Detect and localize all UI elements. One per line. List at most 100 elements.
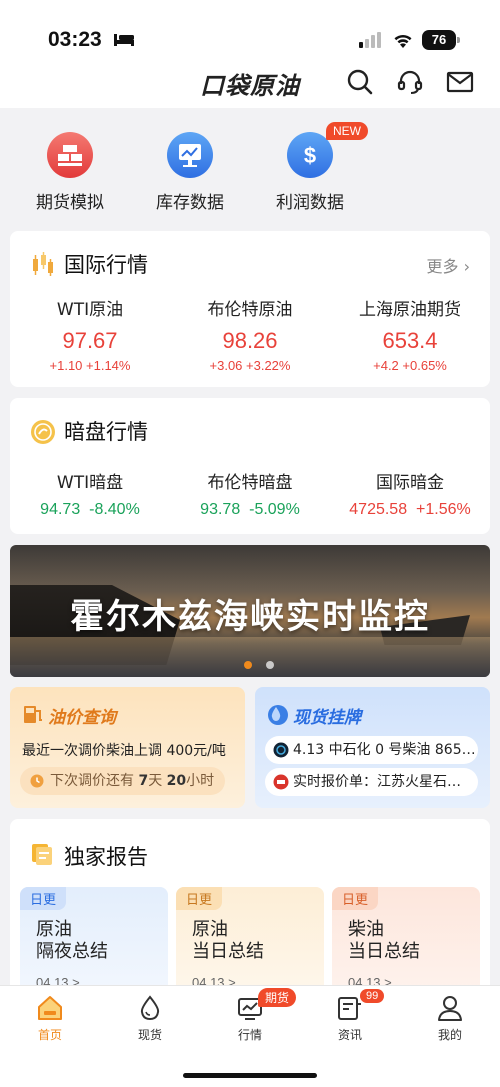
dark-quote-brent[interactable]: 布伦特暗盘 93.78 -5.09% <box>170 468 330 519</box>
status-time: 03:23 <box>48 28 102 51</box>
countdown-hours-unit: 小时 <box>186 773 215 789</box>
tab-label: 首页 <box>37 1028 62 1042</box>
app-logo: 口袋原油 <box>200 72 300 100</box>
spot-item-text: 4.13 中石化 0 号柴油 865… <box>293 742 476 758</box>
quote-price: 4725.58 <box>349 501 408 518</box>
report-title-line2: 当日总结 <box>192 941 264 962</box>
sea-image <box>10 637 490 677</box>
section-title: 国际行情 <box>64 253 148 277</box>
quote-name: WTI暗盘 <box>56 473 124 493</box>
quote-change: -8.40% <box>89 501 140 518</box>
quote-values: 4725.58 +1.56% <box>330 501 490 519</box>
report-title-line1: 柴油 <box>348 919 384 940</box>
user-icon <box>438 996 462 1021</box>
quote-price: 653.4 <box>382 328 438 353</box>
cellular-signal-icon <box>359 32 381 48</box>
spot-item[interactable]: 实时报价单：江苏火星石… <box>265 768 478 796</box>
new-badge: NEW <box>326 122 368 140</box>
home-icon <box>38 996 62 1020</box>
tab-profile[interactable]: 我的 <box>410 994 490 1043</box>
countdown-days-unit: 天 <box>148 773 163 789</box>
countdown-days: 7 <box>138 773 149 789</box>
tab-home[interactable]: 首页 <box>10 994 90 1043</box>
dark-quote-wti[interactable]: WTI暗盘 94.73 -8.40% <box>10 468 170 519</box>
sleep-mode-icon <box>114 34 134 46</box>
quote-values: 94.73 -8.40% <box>10 501 170 519</box>
exclusive-report-card: 独家报告 日更 原油 隔夜总结 04.13 > 日更 原油 当日总结 04.13 >… <box>10 819 490 999</box>
tool-futures-simulation[interactable]: 期货模拟 <box>10 132 130 213</box>
tab-spot[interactable]: 现货 <box>110 994 190 1043</box>
quote-brent[interactable]: 布伦特原油 98.26 +3.06 +3.22% <box>170 295 330 373</box>
quote-change: +1.56% <box>416 501 471 518</box>
carousel-dot[interactable] <box>266 661 274 669</box>
battery-indicator: 76 <box>422 30 460 50</box>
sinopec-icon <box>273 742 289 758</box>
report-title: 原油 当日总结 <box>192 919 264 963</box>
quote-change: +1.10 +1.14% <box>49 358 131 373</box>
report-title: 原油 隔夜总结 <box>36 919 108 963</box>
more-label: 更多 <box>426 257 459 276</box>
quote-sheet-icon <box>273 774 289 790</box>
hormuz-banner[interactable]: 霍尔木兹海峡实时监控 <box>10 545 490 677</box>
quote-price: 93.78 <box>200 501 241 518</box>
spot-listing-card[interactable]: 现货挂牌 4.13 中石化 0 号柴油 865… 实时报价单：江苏火星石… <box>255 687 490 808</box>
candlestick-icon <box>33 252 53 276</box>
report-tag: 日更 <box>20 887 67 910</box>
tool-label: 库存数据 <box>156 193 224 213</box>
quote-values: 93.78 -5.09% <box>170 501 330 519</box>
quote-wti[interactable]: WTI原油 97.67 +1.10 +1.14% <box>10 295 170 373</box>
oil-price-query-card[interactable]: 油价查询 最近一次调价柴油上调 400元/吨 下次调价还有 7天 20小时 <box>10 687 245 808</box>
carousel-dot-active[interactable] <box>244 661 252 669</box>
spot-item[interactable]: 4.13 中石化 0 号柴油 865… <box>265 736 478 764</box>
quote-change: +4.2 +0.65% <box>373 358 447 373</box>
spot-item-text: 实时报价单：江苏火星石… <box>293 774 461 790</box>
futures-badge: 期货 <box>258 988 297 1007</box>
tool-label: 期货模拟 <box>36 193 104 213</box>
report-card-diesel-daily[interactable]: 日更 柴油 当日总结 04.13 > <box>332 887 480 999</box>
app-header: 口袋原油 <box>0 58 500 108</box>
price-adjust-desc: 最近一次调价柴油上调 400元/吨 <box>22 743 226 759</box>
mail-icon[interactable] <box>446 68 474 96</box>
gold-bars-icon <box>47 132 93 178</box>
dark-quote-gold[interactable]: 国际暗金 4725.58 +1.56% <box>330 468 490 519</box>
quote-price: 97.67 <box>62 328 118 353</box>
tool-inventory-data[interactable]: 库存数据 <box>130 132 250 213</box>
section-title: 暗盘行情 <box>64 420 148 444</box>
quote-shanghai[interactable]: 上海原油期货 653.4 +4.2 +0.65% <box>330 295 490 373</box>
report-card-crude-daily[interactable]: 日更 原油 当日总结 04.13 > <box>176 887 324 999</box>
intl-quotes-card: 国际行情 更多 › WTI原油 97.67 +1.10 +1.14% 布伦特原油… <box>10 231 490 387</box>
quote-change: -5.09% <box>249 501 300 518</box>
customer-service-icon[interactable] <box>396 68 424 96</box>
report-tag: 日更 <box>332 887 379 910</box>
wifi-icon <box>394 34 412 48</box>
next-adjust-countdown: 下次调价还有 7天 20小时 <box>20 767 225 795</box>
home-indicator[interactable] <box>183 1073 317 1078</box>
report-title-line1: 原油 <box>36 919 72 940</box>
report-title: 柴油 当日总结 <box>348 919 420 963</box>
section-title: 独家报告 <box>64 845 148 869</box>
oil-drop-icon <box>140 995 160 1021</box>
tab-label: 我的 <box>437 1028 462 1042</box>
more-link[interactable]: 更多 › <box>426 253 470 277</box>
tool-profit-data[interactable]: $ 利润数据 <box>250 132 370 213</box>
svg-text:$: $ <box>304 143 316 168</box>
oil-drop-icon <box>268 705 288 725</box>
news-count-badge: 99 <box>360 989 385 1003</box>
clock-icon <box>30 774 44 788</box>
report-tag: 日更 <box>176 887 223 910</box>
coin-icon <box>31 420 55 444</box>
countdown-hours: 20 <box>166 773 187 789</box>
dark-market-card: 暗盘行情 WTI暗盘 94.73 -8.40% 布伦特暗盘 93.78 -5.0… <box>10 398 490 534</box>
report-card-crude-overnight[interactable]: 日更 原油 隔夜总结 04.13 > <box>20 887 168 999</box>
tab-label: 行情 <box>237 1028 262 1042</box>
gas-station-icon <box>24 706 42 723</box>
quote-price: 98.26 <box>222 328 278 353</box>
banner-title: 霍尔木兹海峡实时监控 <box>70 597 430 637</box>
chevron-right-icon: › <box>463 257 470 276</box>
search-icon[interactable] <box>346 68 374 96</box>
monitor-chart-icon <box>167 132 213 178</box>
quote-name: 国际暗金 <box>376 473 444 493</box>
tab-label: 现货 <box>137 1028 162 1042</box>
quote-name: WTI原油 <box>56 300 124 320</box>
spot-title: 现货挂牌 <box>293 708 361 728</box>
